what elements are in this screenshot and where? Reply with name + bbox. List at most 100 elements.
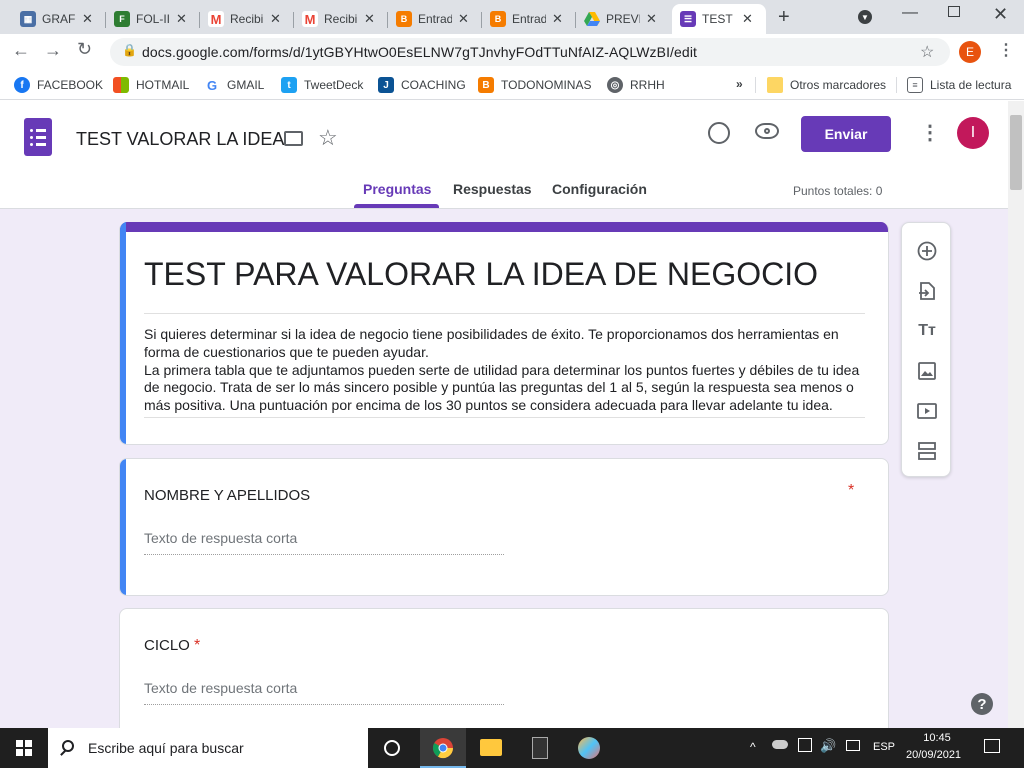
browser-menu-icon[interactable]: ⋮ <box>998 40 1014 60</box>
keyboard-icon[interactable] <box>846 740 860 751</box>
total-points: Puntos totales: 0 <box>793 184 883 198</box>
new-tab-icon[interactable]: + <box>778 6 790 29</box>
close-tab-icon[interactable]: ✕ <box>364 11 375 27</box>
clock-time[interactable]: 10:45 <box>920 732 954 744</box>
preview-eye-icon[interactable] <box>755 123 779 139</box>
add-video-icon[interactable] <box>915 399 939 423</box>
add-title-icon[interactable]: Tт <box>915 319 939 343</box>
page-scrollbar[interactable] <box>1008 101 1024 728</box>
blogger-icon: B <box>478 77 494 93</box>
bookmark-hotmail[interactable]: HOTMAIL <box>113 77 189 93</box>
network-icon[interactable] <box>798 738 812 752</box>
form-document-title[interactable]: TEST VALORAR LA IDEA <box>76 129 284 150</box>
form-description[interactable]: Si quieres determinar si la idea de nego… <box>144 313 865 418</box>
windows-start-icon[interactable] <box>16 740 32 756</box>
browser-tab[interactable]: M Recibi ✕ <box>294 4 388 34</box>
palette-icon[interactable] <box>708 122 730 144</box>
close-tab-icon[interactable]: ✕ <box>742 11 753 27</box>
tab-search-icon[interactable]: ▼ <box>858 10 872 24</box>
add-question-icon[interactable] <box>915 239 939 263</box>
question-card[interactable]: CICLO * Texto de respuesta corta <box>119 608 889 728</box>
close-tab-icon[interactable]: ✕ <box>458 11 469 27</box>
tab-title: PREVE <box>606 12 640 26</box>
bookmark-label: TweetDeck <box>304 78 364 92</box>
browser-tab[interactable]: PREVE ✕ <box>576 4 670 34</box>
volume-icon[interactable]: 🔊 <box>820 738 836 754</box>
cortana-icon[interactable] <box>384 740 400 756</box>
form-title-card[interactable]: TEST PARA VALORAR LA IDEA DE NEGOCIO Si … <box>119 222 889 445</box>
bookmark-facebook[interactable]: f FACEBOOK <box>14 77 103 93</box>
bookmark-rrhh[interactable]: ◎ RRHH <box>607 77 665 93</box>
microsoft-icon <box>113 77 129 93</box>
bookmark-todonominas[interactable]: B TODONOMINAS <box>478 77 591 93</box>
address-bar[interactable]: 🔒 docs.google.com/forms/d/1ytGBYHtwO0EsE… <box>110 38 950 66</box>
tab-questions[interactable]: Preguntas <box>363 181 431 197</box>
folder-icon[interactable] <box>284 131 303 146</box>
language-indicator[interactable]: ESP <box>873 741 895 753</box>
close-tab-icon[interactable]: ✕ <box>82 11 93 27</box>
import-questions-icon[interactable] <box>915 279 939 303</box>
bookmark-star-icon[interactable]: ☆ <box>920 42 934 62</box>
close-tab-icon[interactable]: ✕ <box>270 11 281 27</box>
other-bookmarks[interactable]: Otros marcadores <box>767 77 886 93</box>
bookmark-coaching[interactable]: J COACHING <box>378 77 466 93</box>
bookmark-tweetdeck[interactable]: t TweetDeck <box>281 77 363 93</box>
drive-icon <box>584 11 600 27</box>
browser-tab[interactable]: F FOL-II ✕ <box>106 4 200 34</box>
tab-title: GRAFO <box>42 12 76 26</box>
clock-date[interactable]: 20/09/2021 <box>906 749 961 761</box>
notifications-icon[interactable] <box>984 739 1000 753</box>
browser-tab[interactable]: M Recibi ✕ <box>200 4 294 34</box>
close-tab-icon[interactable]: ✕ <box>646 11 657 27</box>
bookmarks-bar: f FACEBOOK HOTMAIL G GMAIL t TweetDeck J… <box>0 70 1024 100</box>
selected-indicator <box>120 222 126 444</box>
short-answer-placeholder: Texto de respuesta corta <box>144 530 504 555</box>
browser-tab-active[interactable]: ☰ TEST ✕ <box>672 4 766 34</box>
gmail-icon: M <box>208 11 224 27</box>
tab-title: Recibi <box>324 12 358 26</box>
form-title[interactable]: TEST PARA VALORAR LA IDEA DE NEGOCIO <box>144 256 818 293</box>
add-image-icon[interactable] <box>915 359 939 383</box>
back-icon[interactable]: ← <box>12 40 30 61</box>
url-text[interactable]: docs.google.com/forms/d/1ytGBYHtwO0EsELN… <box>142 44 697 60</box>
forms-logo-icon[interactable] <box>24 118 52 156</box>
forward-icon[interactable]: → <box>44 40 62 61</box>
question-title[interactable]: NOMBRE Y APELLIDOS <box>144 487 310 504</box>
bookmark-label: Otros marcadores <box>790 78 887 92</box>
tray-chevron-icon[interactable]: ^ <box>750 740 756 754</box>
onedrive-icon[interactable] <box>772 740 788 749</box>
minimize-icon[interactable]: — <box>902 4 918 22</box>
close-tab-icon[interactable]: ✕ <box>552 11 563 27</box>
more-bookmarks-icon[interactable]: » <box>736 77 743 91</box>
help-icon[interactable]: ? <box>971 693 993 715</box>
browser-tab[interactable]: B Entrad ✕ <box>388 4 482 34</box>
close-tab-icon[interactable]: ✕ <box>176 11 187 27</box>
browser-tab[interactable]: B Entrad ✕ <box>482 4 576 34</box>
send-button[interactable]: Enviar <box>801 116 891 152</box>
tab-title: FOL-II <box>136 12 170 26</box>
reload-icon[interactable]: ↻ <box>77 39 92 60</box>
tab-title: Entrad <box>418 12 452 26</box>
reading-list[interactable]: ≡ Lista de lectura <box>907 77 1011 93</box>
taskbar-search-box[interactable]: Escribe aquí para buscar <box>48 728 368 768</box>
scrollbar-thumb[interactable] <box>1010 115 1022 190</box>
avatar[interactable]: I <box>957 117 989 149</box>
paint-icon[interactable] <box>578 737 600 759</box>
question-title[interactable]: CICLO * <box>144 637 200 655</box>
tab-responses[interactable]: Respuestas <box>453 181 532 197</box>
more-options-icon[interactable]: ⋮ <box>920 120 940 145</box>
file-explorer-icon[interactable] <box>480 739 502 756</box>
browser-tab[interactable]: ▦ GRAFO ✕ <box>12 4 106 34</box>
add-section-icon[interactable] <box>915 439 939 463</box>
bookmark-gmail[interactable]: G GMAIL <box>204 77 264 93</box>
restore-icon[interactable] <box>948 6 960 17</box>
tab-settings[interactable]: Configuración <box>552 181 647 197</box>
star-icon[interactable]: ☆ <box>318 125 338 151</box>
profile-avatar[interactable]: E <box>959 41 981 63</box>
forms-header: TEST VALORAR LA IDEA ☆ Enviar ⋮ I Pregun… <box>0 101 1008 209</box>
question-card[interactable]: NOMBRE Y APELLIDOS * Texto de respuesta … <box>119 458 889 596</box>
close-window-icon[interactable]: ✕ <box>993 4 1008 25</box>
calculator-icon[interactable] <box>532 737 548 759</box>
tab-title: TEST <box>702 12 733 26</box>
taskbar-chrome[interactable] <box>420 728 466 768</box>
